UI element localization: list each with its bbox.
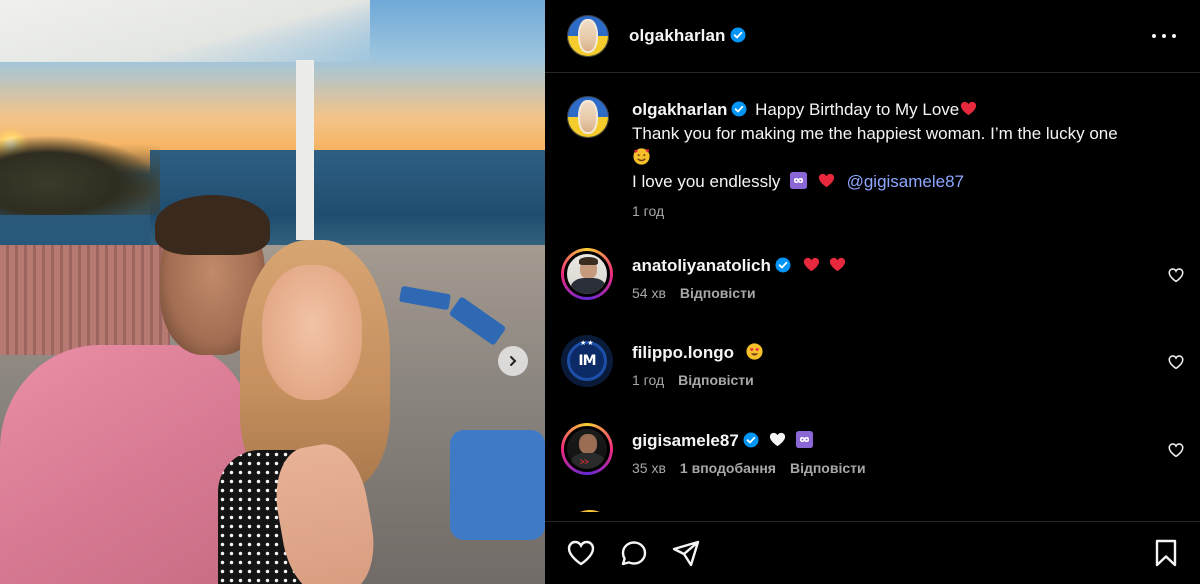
more-horizontal-icon xyxy=(1152,34,1156,38)
heart-eyes-emoji-icon xyxy=(746,343,763,360)
comment-username[interactable]: filippo.longo xyxy=(632,343,734,362)
pergola-pole xyxy=(296,60,314,240)
comment-username[interactable]: anatoliyanatolich xyxy=(632,256,771,275)
red-heart-emoji-icon xyxy=(818,173,834,188)
post-side-panel: olgakharlan olgakharlan Happy Birthday t… xyxy=(545,0,1200,584)
infinity-emoji-icon xyxy=(790,171,808,190)
comment-item: ᐳᐳ gigisamele87 35 хв 1 вподобання Відпові… xyxy=(561,423,1191,477)
comment-item: IM ★★ filippo.longo 1 год Відповісти xyxy=(561,335,1191,389)
verified-badge-icon xyxy=(775,257,791,273)
caption-time[interactable]: 1 год xyxy=(632,203,664,219)
caption-line-2: Thank you for making me the happiest wom… xyxy=(632,124,1118,143)
carousel-next-button[interactable] xyxy=(498,346,528,376)
bookmark-icon[interactable] xyxy=(1150,537,1182,569)
red-heart-emoji-icon xyxy=(830,257,846,272)
comment-time[interactable]: 35 хв xyxy=(632,460,666,476)
post-caption: olgakharlan Happy Birthday to My Love Th… xyxy=(567,96,1187,220)
comment-username[interactable]: gigisamele87 xyxy=(632,431,739,450)
avatar[interactable] xyxy=(564,510,616,512)
heart-icon[interactable] xyxy=(1167,353,1185,371)
pool xyxy=(450,430,545,540)
verified-badge-icon xyxy=(743,432,759,448)
avatar[interactable] xyxy=(567,15,609,57)
verified-badge-icon xyxy=(731,101,747,117)
red-heart-emoji-icon xyxy=(803,257,819,272)
smiling-face-with-hearts-emoji-icon xyxy=(633,148,650,165)
comments-list[interactable]: olgakharlan Happy Birthday to My Love Th… xyxy=(545,74,1200,512)
reply-button[interactable]: Відповісти xyxy=(678,372,754,388)
avatar[interactable] xyxy=(567,96,609,138)
reply-button[interactable]: Відповісти xyxy=(790,460,866,476)
infinity-emoji-icon xyxy=(796,430,814,449)
chevron-right-icon xyxy=(510,356,517,366)
header-username[interactable]: olgakharlan xyxy=(629,26,746,46)
post-header: olgakharlan xyxy=(545,0,1200,73)
paper-plane-icon[interactable] xyxy=(670,537,702,569)
red-heart-emoji-icon xyxy=(961,101,977,116)
likes-count[interactable]: 1 вподобання xyxy=(680,460,776,476)
caption-line-3: I love you endlessly xyxy=(632,172,781,191)
pergola-roof xyxy=(0,0,370,62)
heart-icon[interactable] xyxy=(1167,266,1185,284)
post-actions-bar xyxy=(545,521,1200,584)
more-options-button[interactable] xyxy=(1152,26,1176,46)
comment-time[interactable]: 1 год xyxy=(632,372,664,388)
avatar[interactable] xyxy=(561,248,613,300)
avatar[interactable]: ᐳᐳ xyxy=(561,423,613,475)
post-photo[interactable] xyxy=(0,0,545,584)
comment-item: anatoliyanatolich 54 хв Відповісти xyxy=(561,248,1191,302)
woman-face xyxy=(262,265,362,400)
caption-line-1: Happy Birthday to My Love xyxy=(755,100,960,119)
white-heart-emoji-icon xyxy=(769,432,785,447)
mention-link[interactable]: @gigisamele87 xyxy=(847,172,964,191)
comment-icon[interactable] xyxy=(618,537,650,569)
avatar[interactable]: IM ★★ xyxy=(561,335,613,387)
reply-button[interactable]: Відповісти xyxy=(680,285,756,301)
heart-icon[interactable] xyxy=(1167,441,1185,459)
caption-username[interactable]: olgakharlan xyxy=(632,100,727,119)
heart-icon[interactable] xyxy=(565,537,597,569)
comment-time[interactable]: 54 хв xyxy=(632,285,666,301)
verified-badge-icon xyxy=(730,27,746,43)
